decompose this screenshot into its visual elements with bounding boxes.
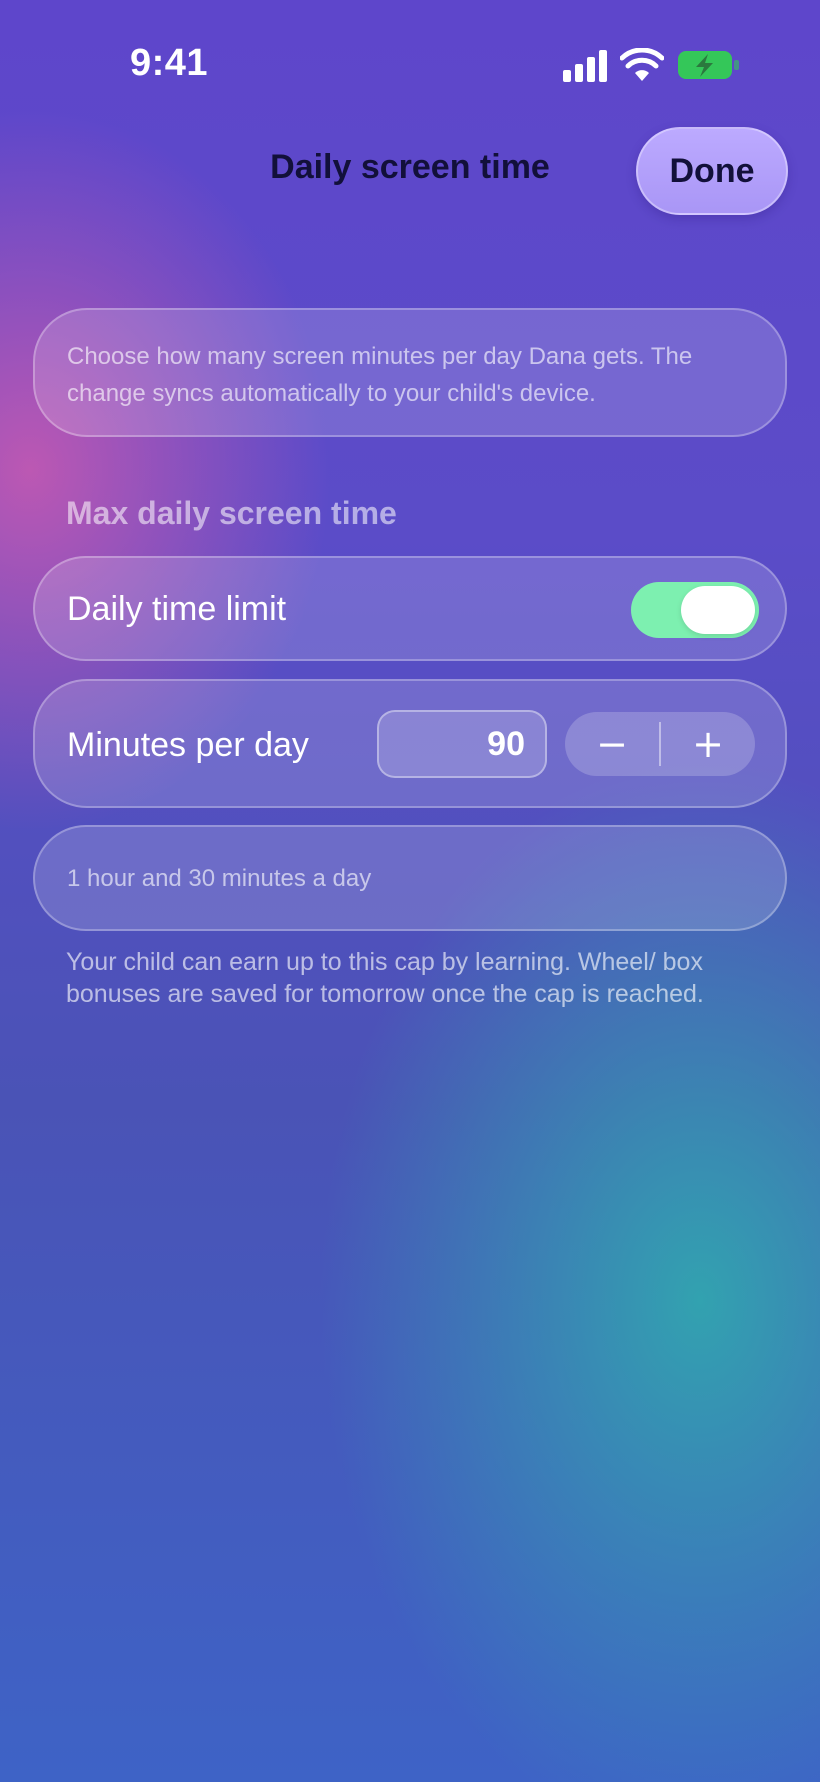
- done-button[interactable]: Done: [636, 127, 788, 215]
- battery-charging-icon: [678, 51, 739, 79]
- page-title: Daily screen time: [270, 148, 550, 186]
- summary-text: 1 hour and 30 minutes a day: [67, 865, 372, 892]
- info-text: Choose how many screen minutes per day D…: [67, 343, 693, 407]
- info-card: Choose how many screen minutes per day D…: [33, 308, 787, 437]
- daily-limit-toggle[interactable]: [631, 582, 759, 638]
- minutes-input[interactable]: [377, 710, 547, 778]
- daily-limit-row: Daily time limit: [33, 556, 787, 661]
- minutes-stepper: − +: [565, 712, 755, 776]
- wifi-icon: [620, 48, 664, 81]
- section-header: Max daily screen time: [66, 495, 397, 531]
- decrement-button[interactable]: −: [565, 712, 659, 776]
- cellular-signal-icon: [563, 50, 607, 82]
- minutes-per-day-label: Minutes per day: [67, 726, 309, 764]
- toggle-knob: [681, 586, 755, 634]
- daily-limit-label: Daily time limit: [67, 590, 287, 628]
- summary-card: 1 hour and 30 minutes a day: [33, 825, 787, 931]
- status-time: 9:41: [130, 42, 209, 84]
- minutes-per-day-row: Minutes per day − +: [33, 679, 787, 808]
- increment-button[interactable]: +: [661, 712, 755, 776]
- status-bar: 9:41: [0, 0, 820, 130]
- footnote-text: Your child can earn up to this cap by le…: [66, 948, 704, 1008]
